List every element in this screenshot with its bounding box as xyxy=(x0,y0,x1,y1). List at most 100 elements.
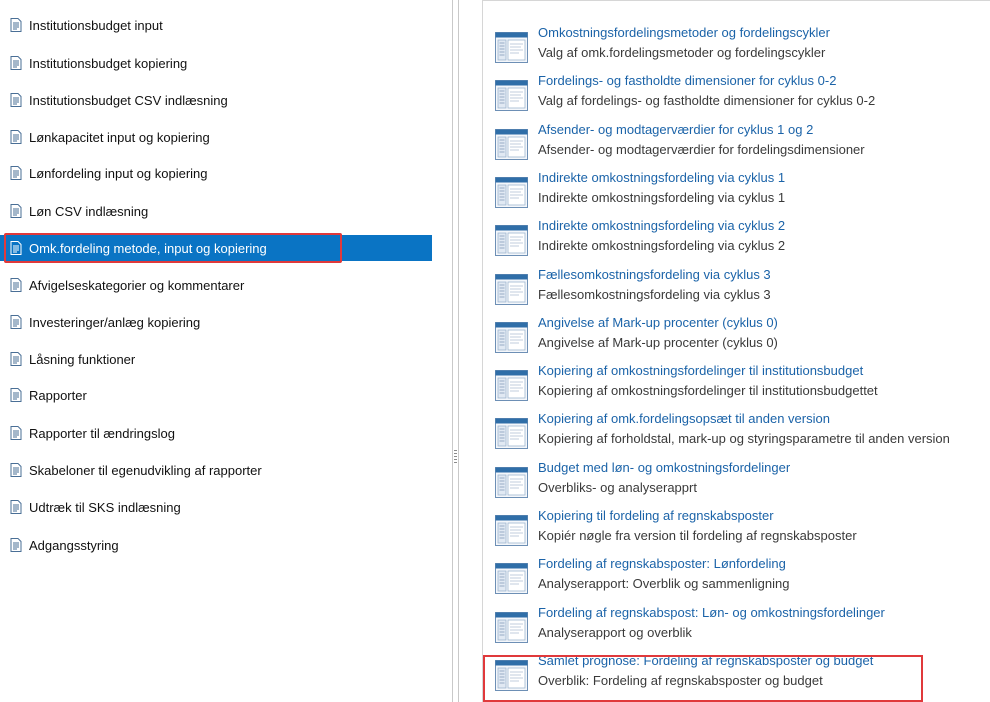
report-description: Kopiering af forholdstal, mark-up og sty… xyxy=(538,431,950,447)
navigation-panel: Adgangsstyring Udtræk til SKS indlæsning S… xyxy=(0,0,434,702)
document-icon xyxy=(10,130,22,144)
report-title[interactable]: Kopiering af omk.fordelingsopsæt til and… xyxy=(538,411,830,426)
report-item[interactable]: Afsender- og modtagerværdier for cyklus … xyxy=(483,116,990,163)
nav-item-label: Institutionsbudget input xyxy=(29,17,163,33)
nav-item[interactable]: Adgangsstyring xyxy=(0,532,432,558)
report-item[interactable]: Kopiering til fordeling af regnskabspost… xyxy=(483,502,990,549)
report-icon xyxy=(495,225,528,257)
document-icon xyxy=(10,241,22,255)
report-title[interactable]: Fordelings- og fastholdte dimensioner fo… xyxy=(538,73,836,88)
report-item[interactable]: Kopiering af omkostningsfordelinger til … xyxy=(483,357,990,404)
document-icon xyxy=(10,166,22,180)
report-description: Fællesomkostningsfordeling via cyklus 3 xyxy=(538,286,771,302)
report-item[interactable]: Budget med løn- og omkostningsfordelinge… xyxy=(483,454,990,501)
report-title[interactable]: Samlet prognose: Fordeling af regnskabsp… xyxy=(538,653,873,668)
report-description: Analyserapport: Overblik og sammenlignin… xyxy=(538,576,790,592)
nav-item[interactable]: Udtræk til SKS indlæsning xyxy=(0,494,432,520)
nav-item-label: Institutionsbudget kopiering xyxy=(29,55,188,71)
document-icon xyxy=(10,93,22,107)
document-icon xyxy=(10,18,22,32)
report-title[interactable]: Fællesomkostningsfordeling via cyklus 3 xyxy=(538,267,771,282)
report-description: Afsender- og modtagerværdier for fordeli… xyxy=(538,141,865,157)
report-icon xyxy=(495,659,528,691)
report-icon xyxy=(495,321,528,353)
nav-item[interactable]: Institutionsbudget kopiering xyxy=(0,50,432,76)
report-item[interactable]: Fællesomkostningsfordeling via cyklus 3 F… xyxy=(483,261,990,308)
nav-item-label: Adgangsstyring xyxy=(29,537,119,553)
nav-item-label: Låsning funktioner xyxy=(29,351,136,367)
nav-item[interactable]: Lønfordeling input og kopiering xyxy=(0,160,432,186)
document-icon xyxy=(10,56,22,70)
nav-item[interactable]: Investeringer/anlæg kopiering xyxy=(0,309,432,335)
document-icon xyxy=(10,204,22,218)
report-title[interactable]: Fordeling af regnskabspost: Løn- og omko… xyxy=(538,605,885,620)
document-icon xyxy=(10,500,22,514)
report-icon xyxy=(495,418,528,450)
report-title[interactable]: Angivelse af Mark-up procenter (cyklus 0… xyxy=(538,315,778,330)
report-icon xyxy=(495,176,528,208)
report-title[interactable]: Indirekte omkostningsfordeling via cyklu… xyxy=(538,170,785,185)
document-icon xyxy=(10,278,22,292)
report-description: Overbliks- og analyserapprt xyxy=(538,479,697,495)
report-description: Kopiér nøgle fra version til fordeling a… xyxy=(538,528,857,543)
nav-item-label: Omk.fordeling metode, input og kopiering xyxy=(29,240,267,256)
report-icon xyxy=(495,128,528,160)
nav-item-label: Afvigelseskategorier og kommentarer xyxy=(29,277,245,293)
document-icon xyxy=(10,426,22,440)
report-icon xyxy=(495,563,528,595)
nav-item-label: Løn CSV indlæsning xyxy=(29,203,149,219)
report-icon xyxy=(495,273,528,305)
report-item[interactable]: Samlet prognose: Fordeling af regnskabsp… xyxy=(483,647,990,694)
report-item[interactable]: Kopiering af omk.fordelingsopsæt til and… xyxy=(483,405,990,452)
report-description: Angivelse af Mark-up procenter (cyklus 0… xyxy=(538,334,778,350)
document-icon xyxy=(10,315,22,329)
report-description: Overblik: Fordeling af regnskabsposter o… xyxy=(538,672,823,688)
report-description: Valg af fordelings- og fastholdte dimens… xyxy=(538,93,876,109)
nav-item[interactable]: Rapporter til ændringslog xyxy=(0,420,432,446)
report-title[interactable]: Kopiering til fordeling af regnskabspost… xyxy=(538,508,774,523)
nav-item-label: Rapporter til ændringslog xyxy=(29,425,175,441)
report-icon xyxy=(495,32,528,63)
nav-item[interactable]: Rapporter xyxy=(0,382,432,408)
nav-item-label: Udtræk til SKS indlæsning xyxy=(29,499,181,515)
report-title[interactable]: Afsender- og modtagerværdier for cyklus … xyxy=(538,122,813,137)
report-item[interactable]: Omkostningsfordelingsmetoder og fordelin… xyxy=(483,19,990,66)
report-title[interactable]: Omkostningsfordelingsmetoder og fordelin… xyxy=(538,25,830,40)
report-description: Kopiering af omkostningsfordelinger til … xyxy=(538,383,878,399)
nav-item[interactable]: Løn CSV indlæsning xyxy=(0,198,432,224)
panel-splitter[interactable] xyxy=(452,0,459,702)
nav-item[interactable]: Låsning funktioner xyxy=(0,346,432,372)
report-list-panel: Omkostningsfordelingsmetoder og fordelin… xyxy=(482,0,990,702)
nav-item[interactable]: Omk.fordeling metode, input og kopiering xyxy=(0,235,432,261)
report-title[interactable]: Budget med løn- og omkostningsfordelinge… xyxy=(538,460,790,475)
report-item[interactable]: Fordeling af regnskabsposter: Lønfordeli… xyxy=(483,550,990,597)
report-item[interactable]: Indirekte omkostningsfordeling via cyklu… xyxy=(483,212,990,259)
nav-item[interactable]: Institutionsbudget input xyxy=(0,12,432,38)
nav-item-label: Lønfordeling input og kopiering xyxy=(29,165,208,181)
nav-item-label: Institutionsbudget CSV indlæsning xyxy=(29,92,228,108)
report-title[interactable]: Kopiering af omkostningsfordelinger til … xyxy=(538,363,863,378)
report-icon xyxy=(495,466,528,498)
nav-item-label: Investeringer/anlæg kopiering xyxy=(29,314,201,330)
splitter-grip-icon[interactable] xyxy=(454,450,457,464)
report-item[interactable]: Indirekte omkostningsfordeling via cyklu… xyxy=(483,164,990,211)
report-item[interactable]: Fordeling af regnskabspost: Løn- og omko… xyxy=(483,599,990,646)
report-item[interactable]: Fordelings- og fastholdte dimensioner fo… xyxy=(483,67,990,114)
report-description: Analyserapport og overblik xyxy=(538,624,692,640)
document-icon xyxy=(10,538,22,552)
document-icon xyxy=(10,463,22,477)
nav-item[interactable]: Skabeloner til egenudvikling af rapporte… xyxy=(0,457,432,483)
report-item[interactable]: Angivelse af Mark-up procenter (cyklus 0… xyxy=(483,309,990,356)
nav-item-label: Rapporter xyxy=(29,387,87,403)
nav-item[interactable]: Institutionsbudget CSV indlæsning xyxy=(0,87,432,113)
nav-item-label: Skabeloner til egenudvikling af rapporte… xyxy=(29,462,262,478)
report-description: Indirekte omkostningsfordeling via cyklu… xyxy=(538,238,786,254)
report-title[interactable]: Fordeling af regnskabsposter: Lønfordeli… xyxy=(538,556,786,571)
report-title[interactable]: Indirekte omkostningsfordeling via cyklu… xyxy=(538,218,785,233)
nav-item[interactable]: Afvigelseskategorier og kommentarer xyxy=(0,272,432,298)
document-icon xyxy=(10,388,22,402)
nav-item[interactable]: Lønkapacitet input og kopiering xyxy=(0,124,432,150)
document-icon xyxy=(10,352,22,366)
report-description: Valg af omk.fordelingsmetoder og fordeli… xyxy=(538,45,826,60)
report-icon xyxy=(495,370,528,402)
